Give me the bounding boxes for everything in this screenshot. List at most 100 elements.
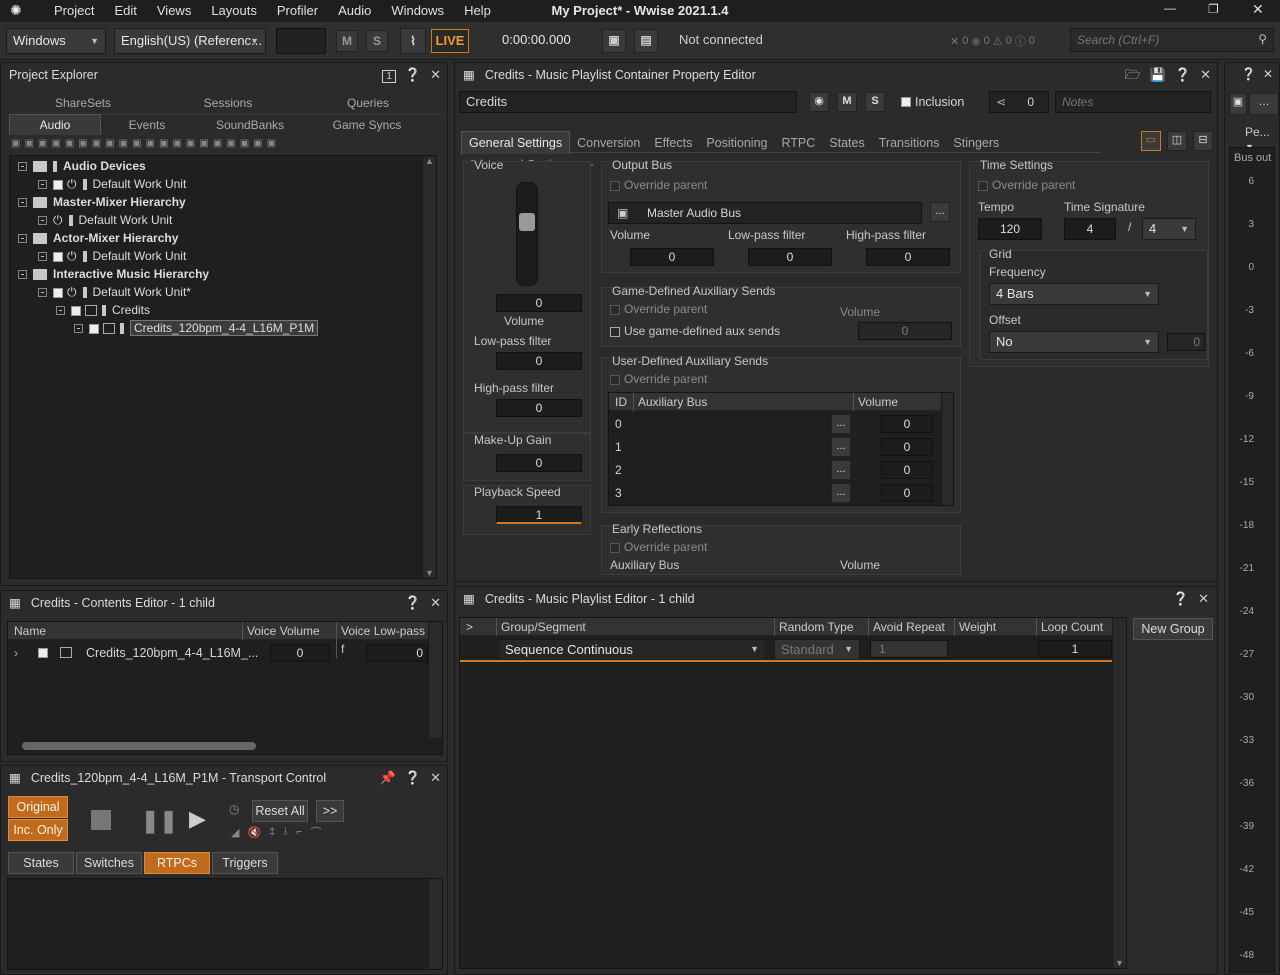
output-hpf-value[interactable]: 0 [866,248,950,266]
filter-icon[interactable]: ▣ [213,138,222,149]
expand-icon[interactable] [38,252,47,262]
filter-icon[interactable]: ▣ [105,138,114,149]
menu-audio[interactable]: Audio [328,0,381,22]
table-row[interactable]: 1... 0 [609,436,941,458]
gd-aux-use[interactable]: Use game-defined aux sends [610,324,780,338]
solo-button[interactable]: S [865,92,885,112]
horizontal-scrollbar-thumb[interactable] [22,742,256,750]
use-gd-aux-checkbox[interactable] [610,326,620,337]
tree-node-work-unit[interactable]: ⏻ Default Work Unit [38,175,186,193]
aux-volume-value[interactable]: 0 [881,461,933,479]
more-button[interactable]: … [1249,93,1279,115]
inclusion-checkbox[interactable] [901,97,911,107]
filter-icon[interactable]: ▣ [267,138,276,149]
tab-rtpcs[interactable]: RTPCs [144,852,210,874]
pause-icon[interactable]: ❚❚ [141,808,178,834]
filter-icon[interactable]: ▣ [65,138,74,149]
tab-rtpc[interactable]: RTPC [774,132,822,154]
tab-conversion[interactable]: Conversion [570,132,647,154]
speaker-icon[interactable]: 🔇 [247,826,261,839]
filter-icon[interactable]: ▣ [226,138,235,149]
menu-profiler[interactable]: Profiler [267,0,328,22]
aux-browse-button[interactable]: ... [831,460,851,480]
col-weight[interactable]: Weight [954,618,996,636]
fader-icon[interactable]: ‡ [269,826,275,838]
color-button[interactable]: ◉ [809,92,829,112]
voice-hpf-value[interactable]: 0 [496,399,582,417]
col-group-segment[interactable]: Group/Segment [496,618,586,636]
language-dropdown[interactable]: English(US) (Referenc... ▼ [114,28,266,54]
output-volume-value[interactable]: 0 [630,248,714,266]
override-checkbox[interactable] [610,304,620,315]
tab-sessions[interactable]: Sessions [157,93,299,113]
tab-states[interactable]: States [822,132,871,154]
filter-icon[interactable]: ▣ [51,138,60,149]
tree-node-interactive-music[interactable]: Interactive Music Hierarchy [18,265,209,283]
override-checkbox[interactable] [978,180,988,191]
aux-volume-value[interactable]: 0 [881,415,933,433]
menu-views[interactable]: Views [147,0,201,22]
frequency-dropdown[interactable]: 4 Bars ▼ [989,283,1159,305]
close-icon[interactable]: ✕ [430,67,441,82]
checkbox[interactable] [53,251,63,262]
output-bus-field[interactable]: ▣ Master Audio Bus [608,202,922,224]
tab-transitions[interactable]: Transitions [872,132,947,154]
live-button[interactable]: LIVE [431,29,469,53]
filter-icon[interactable]: ▣ [253,138,262,149]
vertical-scrollbar[interactable] [428,622,442,738]
tab-switches[interactable]: Switches [76,852,142,874]
override-checkbox[interactable] [610,180,620,191]
tree-node-work-unit[interactable]: ⏻ Default Work Unit* [38,283,191,301]
inclusion-toggle[interactable]: Inclusion [901,95,964,109]
filter-icon[interactable]: ▣ [11,138,20,149]
aux-volume-value[interactable]: 0 [881,438,933,456]
col-avoid-repeat[interactable]: Avoid Repeat [868,618,945,636]
expand-icon[interactable] [38,180,47,190]
table-row[interactable]: Sequence Continuous ▼ Standard ▼ 1 1 [460,638,1114,662]
more-button[interactable]: >> [316,800,344,822]
table-row[interactable]: 3... 0 [609,482,941,504]
close-icon[interactable]: ✕ [1252,1,1264,18]
filter-icon[interactable]: ▣ [78,138,87,149]
aux-volume-value[interactable]: 0 [881,484,933,502]
filter-icon[interactable]: ▣ [240,138,249,149]
tab-positioning[interactable]: Positioning [699,132,774,154]
help-icon[interactable]: ❔ [405,770,421,785]
search-input[interactable] [1071,29,1246,51]
help-icon[interactable]: ❔ [1175,67,1191,82]
close-icon[interactable]: ✕ [1198,591,1209,606]
stop-icon[interactable] [91,810,111,830]
override-checkbox[interactable] [610,374,620,385]
switch-icon[interactable]: ⫰ [283,826,288,839]
pin-icon[interactable]: 📌 [380,770,396,785]
save-icon[interactable]: 💾 [1150,67,1166,82]
playback-speed-value[interactable]: 1 [496,506,582,524]
time-override[interactable]: Override parent [978,178,1075,192]
voice-lpf-value[interactable]: 0 [496,352,582,370]
expand-icon[interactable] [38,216,47,226]
curve-icon[interactable]: ⌒ [311,824,322,840]
inc-only-button[interactable]: Inc. Only [8,819,68,841]
tab-audio[interactable]: Audio [9,114,101,135]
restore-icon[interactable]: ❐ [1208,2,1219,16]
collapse-icon[interactable] [18,234,27,244]
search-box[interactable]: ⚲ [1070,28,1274,52]
filter-icon[interactable]: ▣ [132,138,141,149]
filter-icon[interactable]: ▣ [146,138,155,149]
checkbox[interactable] [53,287,63,298]
collapse-icon[interactable] [38,288,47,298]
col-volume[interactable]: Volume [853,393,898,411]
gd-aux-override[interactable]: Override parent [610,302,707,316]
menu-edit[interactable]: Edit [104,0,146,22]
tree-node-segment[interactable]: Credits_120bpm_4-4_L16M_P1M [74,319,319,337]
table-row[interactable]: 0... 0 [609,413,941,435]
tab-general-settings[interactable]: General Settings [461,131,571,154]
aux-browse-button[interactable]: ... [831,483,851,503]
reset-all-button[interactable]: Reset All [252,800,308,822]
er-override[interactable]: Override parent [610,540,707,554]
tree-node-work-unit[interactable]: ⏻ Default Work Unit [38,211,172,229]
output-lpf-value[interactable]: 0 [748,248,832,266]
tab-effects[interactable]: Effects [647,132,699,154]
help-icon[interactable]: ❔ [405,595,421,610]
bus-select-button[interactable]: ▣ [1229,93,1247,115]
